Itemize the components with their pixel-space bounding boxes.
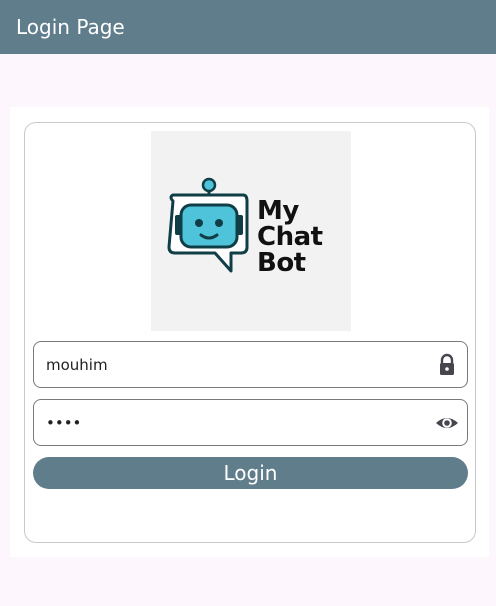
- logo-line-3: Bot: [257, 248, 306, 278]
- app-bar: Login Page: [0, 0, 496, 54]
- lock-icon: [440, 353, 454, 375]
- logo-line-1: My: [257, 196, 299, 226]
- login-card: My Chat Bot Login: [24, 122, 476, 543]
- password-input[interactable]: [46, 407, 426, 438]
- login-button[interactable]: Login: [33, 457, 468, 489]
- password-field[interactable]: [33, 399, 468, 446]
- username-field[interactable]: [33, 341, 468, 388]
- logo-line-2: Chat: [257, 222, 323, 252]
- username-input[interactable]: [46, 349, 426, 380]
- login-panel: My Chat Bot Login: [10, 107, 489, 557]
- page-title: Login Page: [16, 15, 125, 39]
- eye-icon[interactable]: [435, 411, 459, 435]
- app-logo: My Chat Bot: [151, 131, 351, 331]
- logo-wordmark: My Chat Bot: [257, 198, 323, 276]
